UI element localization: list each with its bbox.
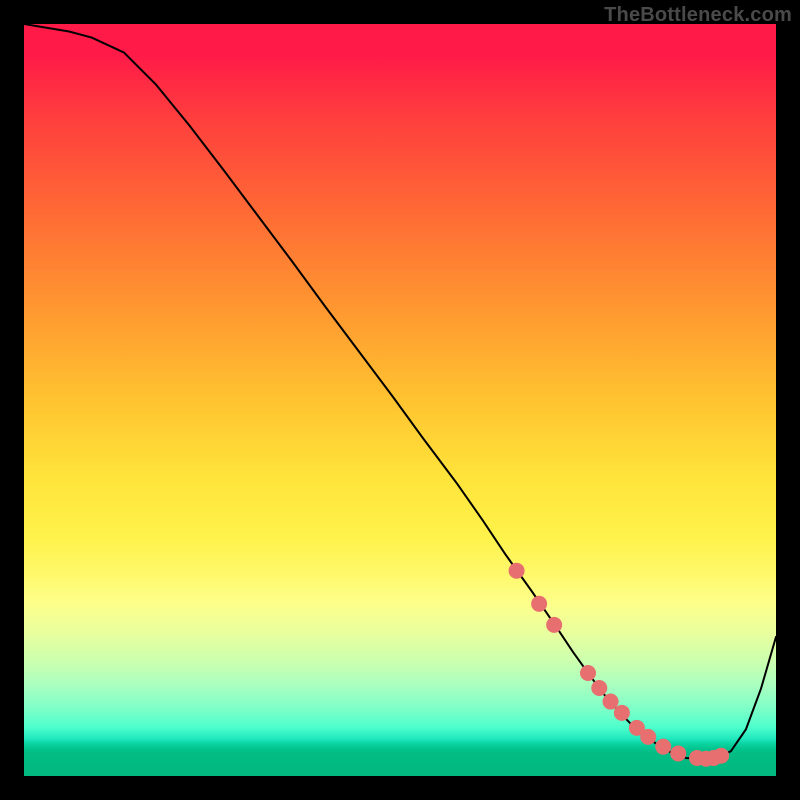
curve-overlay [24, 24, 776, 776]
data-dot [580, 665, 596, 681]
data-dot [713, 748, 729, 764]
data-dot [670, 745, 686, 761]
data-dot [603, 694, 619, 710]
data-dot [509, 563, 525, 579]
data-dot [546, 617, 562, 633]
watermark-text: TheBottleneck.com [604, 4, 792, 27]
chart-frame: TheBottleneck.com [0, 0, 800, 800]
data-dot [614, 705, 630, 721]
data-dot [640, 729, 656, 745]
data-dot [655, 739, 671, 755]
data-dot [531, 596, 547, 612]
bottleneck-curve [24, 24, 776, 759]
plot-area [24, 24, 776, 776]
data-dot [591, 680, 607, 696]
